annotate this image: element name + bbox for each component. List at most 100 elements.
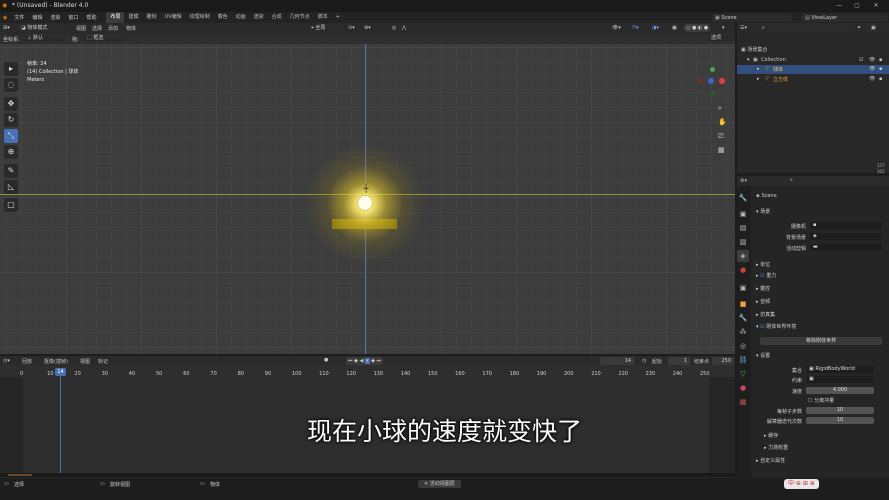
eye-icon[interactable]: 👁 [869, 76, 875, 82]
options-dropdown[interactable]: 选项 [708, 35, 732, 42]
outliner-filter-icon[interactable]: ⏷ [857, 25, 861, 31]
timeline-menu-marker[interactable]: 标记 [98, 358, 108, 365]
gizmo-x-icon[interactable] [719, 78, 725, 84]
outliner-row-collection[interactable]: ▾ ▣ Collection ☑ 👁 ▪ [737, 56, 889, 64]
rotate-tool-icon[interactable]: ↻ [4, 113, 18, 127]
workspace-tab-texture-paint[interactable]: 纹理绘制 [186, 12, 214, 23]
zoom-icon[interactable]: ⌕ [718, 101, 727, 115]
viewlayer-selector[interactable]: ▤ ViewLayer [802, 14, 888, 22]
output-tab-icon[interactable]: ▤ [737, 222, 749, 234]
data-tab-icon[interactable]: ▽ [737, 368, 749, 380]
section-custom-props[interactable]: ▸ 自定义属性 [756, 457, 785, 464]
speed-field[interactable]: 4.000 [806, 387, 874, 394]
bg-scene-field[interactable]: ◈ [810, 233, 882, 240]
3d-viewport[interactable]: ┼ 帧率: 24 (14) Collection | 球体 Meters ▸ ◌… [0, 44, 735, 354]
tool-tab-icon[interactable]: 🔧 [737, 192, 749, 204]
gizmo-neg-x-icon[interactable] [698, 78, 703, 83]
section-gravity[interactable]: ▸ ☑ 重力 [756, 272, 776, 279]
expand-icon[interactable]: ▾ [747, 57, 750, 63]
next-key-icon[interactable]: ◆ [371, 358, 375, 364]
material-tab-icon[interactable]: ● [737, 382, 749, 394]
texture-tab-icon[interactable]: ▩ [737, 396, 749, 408]
blender-menu-icon[interactable]: ◉ [0, 15, 10, 21]
properties-search-input[interactable]: ⌕ [787, 177, 883, 184]
eye-icon[interactable]: 👁 [869, 57, 875, 63]
solid-shading-icon[interactable]: ● [692, 25, 696, 31]
viewport-menu-object[interactable]: 物体 [126, 25, 136, 32]
view-layer-tab-icon[interactable]: ▧ [737, 236, 749, 248]
measure-tool-icon[interactable]: ◺ [4, 180, 18, 194]
outliner-row-sphere[interactable]: ▸ ▽ 球体 👁 ▪ [737, 65, 889, 74]
scale-tool-icon[interactable]: ⤡ [4, 129, 18, 143]
render-tab-icon[interactable]: ▣ [737, 208, 749, 220]
scene-tab-icon[interactable]: ◈ [737, 250, 749, 262]
section-units[interactable]: ▸ 单位 [756, 261, 770, 268]
material-shading-icon[interactable]: ◐ [698, 25, 702, 31]
workspace-tab-modeling[interactable]: 建模 [124, 12, 142, 23]
gizmo-y-icon[interactable] [710, 67, 715, 72]
outliner-search-input[interactable]: ⌕ [759, 24, 851, 32]
workspace-tab-sculpt[interactable]: 雕刻 [142, 12, 160, 23]
minimize-button[interactable]: — [832, 0, 846, 12]
mode-selector[interactable]: ◪ 物体模式 [18, 24, 70, 32]
start-frame-field[interactable]: 1 [668, 357, 690, 365]
timeline-scrollbar[interactable] [0, 473, 735, 477]
shading-modes[interactable]: ○ ● ◐ ◉ [684, 24, 711, 32]
pan-hand-icon[interactable]: ✋ [718, 115, 727, 129]
select-tool-icon[interactable]: ▸ [4, 62, 18, 76]
viewport-menu-view[interactable]: 视图 [76, 25, 86, 32]
camera-icon[interactable]: ▪ [879, 57, 882, 63]
section-audio[interactable]: ▸ 音频 [756, 298, 770, 305]
navigation-gizmo[interactable] [694, 66, 730, 102]
pause-icon[interactable]: ⏸ [365, 358, 370, 364]
remove-rigid-world-button[interactable]: 移除刚体世界 [760, 337, 882, 345]
workspace-tab-geometry-nodes[interactable]: 几何节点 [286, 12, 314, 23]
constraints-tab-icon[interactable]: ⛓ [737, 354, 749, 366]
gizmo-neg-y-icon[interactable] [710, 91, 715, 96]
scene-selector[interactable]: ▣ Scene [712, 14, 792, 22]
outliner-root[interactable]: ▣ 场景集合 [741, 46, 767, 53]
workspace-tab-compositing[interactable]: 合成 [268, 12, 286, 23]
menu-render[interactable]: 渲染 [46, 14, 64, 21]
wireframe-shading-icon[interactable]: ○ [686, 25, 690, 31]
world-tab-icon[interactable]: ● [737, 264, 749, 276]
workspace-tab-shading[interactable]: 着色 [214, 12, 232, 23]
section-scene[interactable]: ▾ 场景 [756, 208, 770, 215]
eye-icon[interactable]: 👁 [869, 66, 875, 72]
workspace-tab-layout[interactable]: 布局 [106, 12, 125, 23]
proportional-edit-icon[interactable]: ◎ [392, 25, 396, 31]
workspace-tab-rendering[interactable]: 渲染 [250, 12, 268, 23]
camera-icon[interactable]: ▪ [879, 76, 882, 82]
add-workspace-button[interactable]: + [332, 12, 344, 23]
menu-help[interactable]: 帮助 [82, 14, 100, 21]
viewport-menu-select[interactable]: 选择 [92, 25, 102, 32]
split-impulse-checkbox[interactable]: ☐ 分离冲量 [808, 397, 834, 404]
jump-start-icon[interactable]: ⏮ [348, 358, 353, 364]
perspective-grid-icon[interactable]: ▦ [718, 143, 727, 157]
outliner-row-cube[interactable]: ▸ ▽ 立方体 👁 ▪ [737, 75, 889, 84]
menu-file[interactable]: 文件 [10, 14, 28, 21]
workspace-tab-uv[interactable]: UV编辑 [161, 12, 186, 23]
coord-system-select[interactable]: ⊥ 默认 [24, 35, 66, 42]
snap-icon[interactable]: ⊕▾ [364, 25, 371, 31]
cursor-tool-icon[interactable]: ◌ [4, 78, 18, 92]
overlay-icon[interactable]: ◑▾ [652, 25, 659, 31]
object-tab-icon[interactable]: ■ [737, 298, 749, 310]
annotate-tool-icon[interactable]: ✎ [4, 164, 18, 178]
constraints-field[interactable]: ▣ [806, 376, 874, 383]
menu-edit[interactable]: 编辑 [28, 14, 46, 21]
move-tool-icon[interactable]: ✥ [4, 97, 18, 111]
visibility-icon[interactable]: 👁▾ [612, 25, 621, 31]
editor-type-icon[interactable]: ⊞▾ [3, 25, 10, 31]
prev-key-icon[interactable]: ◆ [354, 358, 358, 364]
jump-end-icon[interactable]: ⏭ [377, 358, 382, 364]
transform-tool-icon[interactable]: ⊕ [4, 145, 18, 159]
new-collection-icon[interactable]: ▣ [871, 25, 876, 31]
timeline-menu-playback[interactable]: 回放 [22, 358, 32, 365]
section-rigid-body[interactable]: ▾ ☑ 刚体世界环境 [756, 323, 796, 330]
collection-tab-icon[interactable]: ▣ [737, 282, 749, 294]
timeline-menu-keying[interactable]: 抠像(插帧) [44, 358, 68, 365]
transform-orientation[interactable]: ⌖ 全局 [308, 24, 344, 32]
properties-editor-icon[interactable]: ⚙▾ [740, 178, 747, 184]
modifier-tab-icon[interactable]: 🔧 [737, 312, 749, 324]
